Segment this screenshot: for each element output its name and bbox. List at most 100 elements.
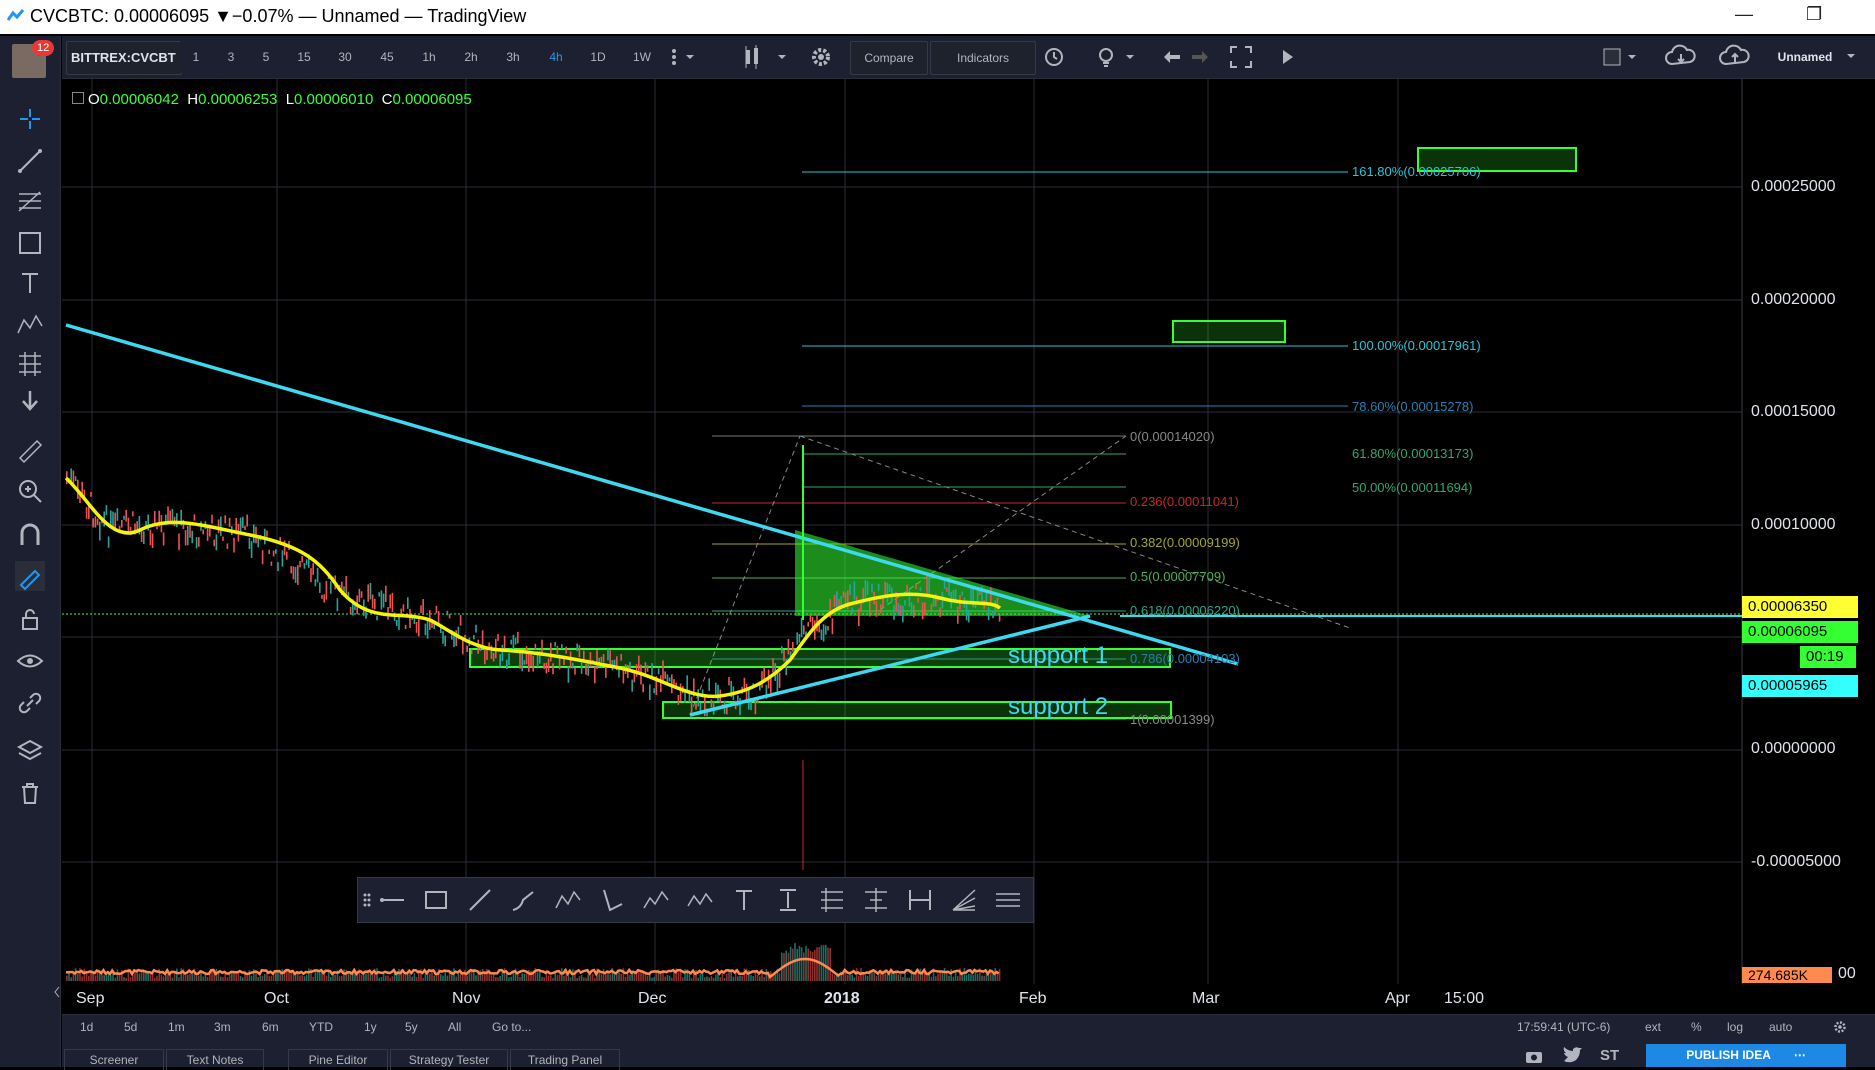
publish-idea-button[interactable]: PUBLISH IDEA ⋯ xyxy=(1646,1044,1846,1067)
downtrend-line[interactable] xyxy=(65,323,1239,666)
restore-button[interactable]: ❐ xyxy=(1806,4,1822,25)
date-range-icon[interactable] xyxy=(904,884,936,916)
replay-play-icon[interactable] xyxy=(1272,42,1302,72)
interval-3[interactable]: 3 xyxy=(215,41,247,73)
parallel-lines-icon[interactable] xyxy=(992,884,1024,916)
indicators-button[interactable]: Indicators xyxy=(930,41,1036,75)
interval-1d[interactable]: 1D xyxy=(580,41,616,73)
save-layout-cloud-icon[interactable] xyxy=(1716,42,1756,72)
interval-3h[interactable]: 3h xyxy=(495,41,531,73)
drag-handle-icon[interactable] xyxy=(360,884,374,916)
measure-icon[interactable] xyxy=(15,436,45,466)
candle xyxy=(444,635,446,647)
lock-icon[interactable] xyxy=(15,604,45,634)
interval-1h[interactable]: 1h xyxy=(411,41,447,73)
log-scale-toggle[interactable]: log xyxy=(1727,1020,1743,1034)
pattern-tool-icon[interactable] xyxy=(15,308,45,338)
load-layout-cloud-icon[interactable] xyxy=(1662,42,1702,72)
horizontal-ray-icon[interactable] xyxy=(376,884,408,916)
range-5y[interactable]: 5y xyxy=(405,1020,418,1034)
crosshair-icon[interactable] xyxy=(15,104,45,134)
volume-bar xyxy=(682,977,684,981)
fib-retracement-icon[interactable] xyxy=(816,884,848,916)
layout-menu-chevron-icon[interactable] xyxy=(1844,50,1858,62)
range-1m[interactable]: 1m xyxy=(168,1020,185,1034)
range-1d[interactable]: 1d xyxy=(80,1020,93,1034)
interval-4h[interactable]: 4h xyxy=(538,41,574,73)
price-axis[interactable]: 0.00025000 0.00020000 0.00015000 0.00010… xyxy=(1743,79,1858,984)
gear-icon[interactable] xyxy=(806,42,836,72)
stay-in-drawing-mode-icon[interactable] xyxy=(15,561,45,591)
text-icon[interactable] xyxy=(728,884,760,916)
elliott-wave-icon[interactable] xyxy=(640,884,672,916)
range-3m[interactable]: 3m xyxy=(214,1020,231,1034)
candles-icon[interactable] xyxy=(738,44,798,70)
xabcd-pattern-icon[interactable] xyxy=(684,884,716,916)
layers-icon[interactable] xyxy=(15,736,45,766)
volume-bar xyxy=(864,975,867,981)
link-icon[interactable] xyxy=(15,688,45,718)
layout-name-button[interactable]: Unnamed xyxy=(1770,41,1840,73)
eye-icon[interactable] xyxy=(15,646,45,676)
magnet-icon[interactable] xyxy=(15,520,45,550)
fullscreen-icon[interactable] xyxy=(1226,42,1256,72)
text-tool-icon[interactable] xyxy=(15,268,45,298)
date-price-range-icon[interactable] xyxy=(860,884,892,916)
candle xyxy=(662,660,664,681)
volume-bar xyxy=(950,969,952,981)
rectangle-icon[interactable] xyxy=(15,228,45,258)
range-1y[interactable]: 1y xyxy=(364,1020,377,1034)
interval-1[interactable]: 1 xyxy=(180,41,212,73)
fib-fan-icon[interactable] xyxy=(948,884,980,916)
range-ytd[interactable]: YTD xyxy=(309,1020,333,1034)
symbol-search[interactable]: BITTREX:CVCBT xyxy=(66,41,182,75)
more-intervals-icon[interactable] xyxy=(666,44,702,70)
interval-5[interactable]: 5 xyxy=(250,41,282,73)
arrow-down-icon[interactable] xyxy=(15,386,45,416)
scroll-left-icon[interactable] xyxy=(52,982,62,1002)
trend-line-icon[interactable] xyxy=(15,146,45,176)
legend-collapse-icon[interactable] xyxy=(72,92,84,104)
trash-icon[interactable] xyxy=(15,778,45,808)
camera-icon[interactable] xyxy=(1524,1047,1544,1065)
candle xyxy=(897,603,900,615)
range-6m[interactable]: 6m xyxy=(262,1020,279,1034)
auto-scale-toggle[interactable]: auto xyxy=(1769,1020,1792,1034)
fib-ret-0: 0(0.00014020) xyxy=(1130,429,1215,444)
rectangle-icon[interactable] xyxy=(420,884,452,916)
zoom-icon[interactable] xyxy=(15,476,45,506)
volume-bar xyxy=(497,977,499,981)
interval-30[interactable]: 30 xyxy=(327,41,363,73)
angle-icon[interactable] xyxy=(596,884,628,916)
volume-bar xyxy=(899,974,902,981)
redo-icon[interactable] xyxy=(1186,42,1216,72)
range-5d[interactable]: 5d xyxy=(124,1020,137,1034)
clock-timezone[interactable]: 17:59:41 (UTC-6) xyxy=(1517,1020,1610,1034)
ideas-lightbulb-icon[interactable] xyxy=(1092,42,1142,72)
prediction-tool-icon[interactable] xyxy=(15,348,45,378)
stocktwits-icon[interactable]: ST xyxy=(1600,1047,1619,1064)
brush-icon[interactable] xyxy=(508,884,540,916)
twitter-icon[interactable] xyxy=(1562,1047,1584,1065)
time-axis[interactable]: Sep Oct Nov Dec 2018 Feb Mar Apr 15:00 xyxy=(62,985,1742,1013)
goto-button[interactable]: Go to... xyxy=(492,1020,531,1034)
abcd-pattern-icon[interactable] xyxy=(552,884,584,916)
fib-tool-icon[interactable] xyxy=(15,186,45,216)
minimize-button[interactable]: — xyxy=(1735,4,1753,25)
interval-1w[interactable]: 1W xyxy=(622,41,662,73)
extended-hours-toggle[interactable]: ext xyxy=(1645,1020,1661,1034)
alert-icon[interactable] xyxy=(1040,42,1076,72)
compare-button[interactable]: Compare xyxy=(850,41,928,75)
price-range-icon[interactable] xyxy=(772,884,804,916)
chart-pane[interactable]: 161.80%(0.00025706) 100.00%(0.00017961) … xyxy=(62,79,1875,984)
interval-15[interactable]: 15 xyxy=(286,41,322,73)
chart-canvas[interactable] xyxy=(62,79,1875,984)
gear-icon[interactable] xyxy=(1832,1019,1848,1035)
undo-icon[interactable] xyxy=(1156,42,1186,72)
percent-scale-toggle[interactable]: % xyxy=(1691,1020,1702,1034)
interval-2h[interactable]: 2h xyxy=(453,41,489,73)
interval-45[interactable]: 45 xyxy=(369,41,405,73)
trend-line-icon[interactable] xyxy=(464,884,496,916)
range-all[interactable]: All xyxy=(448,1020,461,1034)
chart-color-icon[interactable] xyxy=(1598,42,1648,72)
